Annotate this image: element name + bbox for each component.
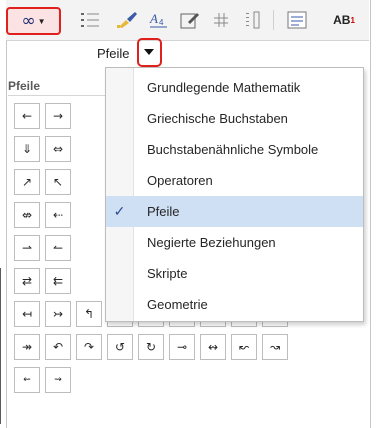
symbol-button[interactable]: ←	[14, 103, 40, 129]
symbol-button[interactable]: ↰	[76, 301, 102, 327]
symbol-button[interactable]: ⇔	[45, 136, 71, 162]
menu-item-label: Negierte Beziehungen	[147, 235, 276, 250]
symbol-button[interactable]: ⇜	[14, 367, 40, 393]
edit-icon[interactable]	[178, 8, 202, 32]
footnote-button[interactable]: AB 1	[324, 8, 364, 32]
symbol-button[interactable]: ↶	[45, 334, 71, 360]
symbol-button[interactable]: ↼	[45, 235, 71, 261]
text-format-icon[interactable]: A4	[147, 8, 171, 32]
chevron-down-icon: ▼	[37, 16, 46, 26]
menu-item[interactable]: Buchstabenähnliche Symbole	[106, 134, 363, 165]
menu-item-label: Griechische Buchstaben	[147, 111, 288, 126]
footnote-superscript: 1	[350, 15, 355, 25]
symbol-button[interactable]: ↜	[231, 334, 257, 360]
equation-toolbar: ∞ ▼ A4 AB 1	[6, 0, 369, 41]
symbol-category-button[interactable]: ∞ ▼	[6, 7, 61, 35]
svg-text:A: A	[149, 11, 158, 26]
check-icon: ✓	[113, 203, 126, 219]
category-dropdown-menu: Grundlegende Mathematik Griechische Buchs…	[105, 67, 364, 322]
spacing-icon[interactable]	[240, 8, 264, 32]
symbol-button[interactable]: ⇓	[14, 136, 40, 162]
menu-item[interactable]: Skripte	[106, 258, 363, 289]
category-selector-label[interactable]: Pfeile	[97, 46, 130, 61]
symbol-button[interactable]: ↣	[45, 301, 71, 327]
symbol-button[interactable]: ⊸	[169, 334, 195, 360]
symbol-button[interactable]: ↤	[14, 301, 40, 327]
toolbar-divider	[273, 10, 274, 30]
menu-item-label: Pfeile	[147, 204, 180, 219]
ab-label: AB	[333, 13, 351, 27]
menu-item[interactable]: Geometrie	[106, 289, 363, 320]
symbol-button[interactable]: ↗	[14, 169, 40, 195]
menu-item[interactable]: Griechische Buchstaben	[106, 103, 363, 134]
menu-item-label: Geometrie	[147, 297, 208, 312]
symbol-button[interactable]: ⇇	[45, 268, 71, 294]
menu-item[interactable]: Grundlegende Mathematik	[106, 72, 363, 103]
symbol-button[interactable]: ↷	[76, 334, 102, 360]
infinity-icon: ∞	[21, 11, 36, 31]
section-title: Pfeile	[8, 79, 41, 93]
text-box-icon[interactable]	[283, 8, 311, 32]
symbol-button[interactable]: ⇎	[14, 202, 40, 228]
symbol-button[interactable]: →	[45, 103, 71, 129]
symbol-button[interactable]: ↖	[45, 169, 71, 195]
symbol-button[interactable]: ⇝	[45, 367, 71, 393]
menu-item-label: Buchstabenähnliche Symbole	[147, 142, 319, 157]
symbol-button[interactable]: ⇄	[14, 268, 40, 294]
symbol-button[interactable]: ↻	[138, 334, 164, 360]
svg-text:4: 4	[159, 18, 164, 27]
menu-item[interactable]: Operatoren	[106, 165, 363, 196]
menu-item-label: Grundlegende Mathematik	[147, 80, 301, 95]
chevron-down-icon	[144, 49, 154, 55]
symbol-button[interactable]: ↝	[262, 334, 288, 360]
matrix-icon[interactable]	[209, 8, 233, 32]
symbol-button[interactable]: ⇠	[45, 202, 71, 228]
symbol-button[interactable]: ↭	[200, 334, 226, 360]
symbol-button[interactable]: ↺	[107, 334, 133, 360]
brush-icon[interactable]	[114, 8, 140, 32]
page-edge	[0, 268, 1, 424]
list-icon[interactable]	[79, 8, 101, 32]
symbol-button[interactable]: ↠	[14, 334, 40, 360]
symbol-button[interactable]: ⇀	[14, 235, 40, 261]
menu-item-label: Operatoren	[147, 173, 213, 188]
menu-item-label: Skripte	[147, 266, 188, 281]
menu-item[interactable]: ✓ Pfeile	[106, 196, 363, 227]
menu-item[interactable]: Negierte Beziehungen	[106, 227, 363, 258]
